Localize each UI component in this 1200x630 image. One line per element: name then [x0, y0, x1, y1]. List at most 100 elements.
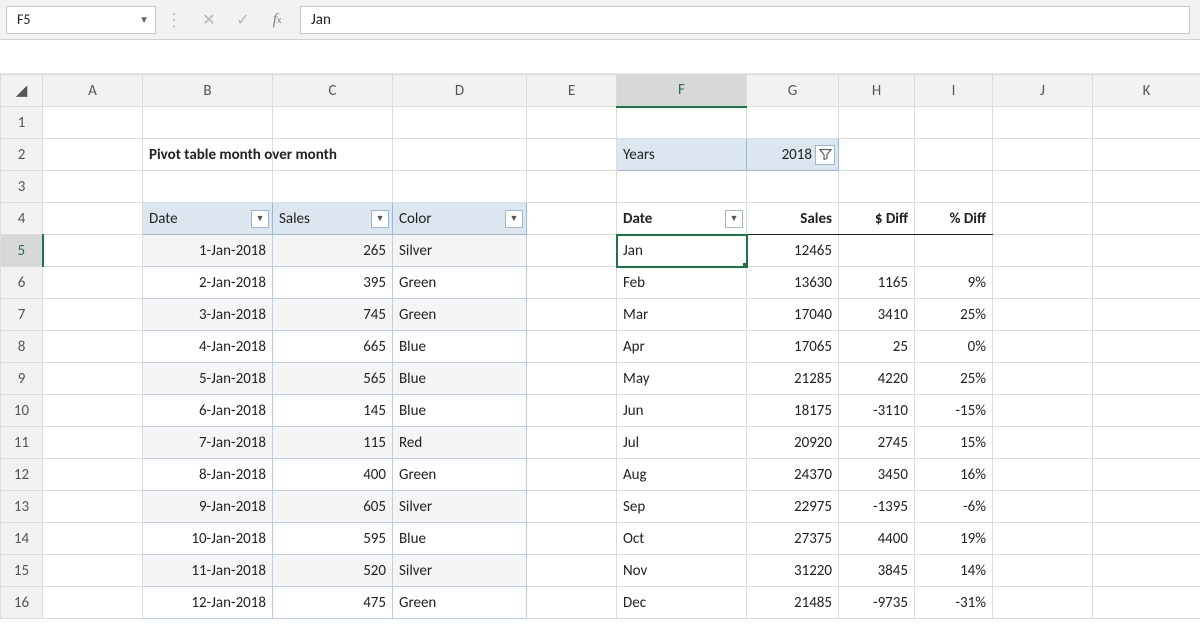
col-header[interactable]: D — [393, 75, 527, 107]
row-header[interactable]: 4 — [1, 203, 43, 235]
pivot-cell-month[interactable]: Jul — [617, 427, 747, 459]
pivot-cell-sales[interactable]: 18175 — [747, 395, 839, 427]
formula-input[interactable]: Jan — [300, 6, 1190, 34]
cell[interactable] — [993, 139, 1093, 171]
table-cell-color[interactable]: Silver — [393, 235, 527, 267]
cell[interactable] — [43, 331, 143, 363]
cell[interactable] — [43, 491, 143, 523]
pivot-header-pct[interactable]: % Diff — [915, 203, 993, 235]
table-cell-color[interactable]: Blue — [393, 523, 527, 555]
pivot-cell-sales[interactable]: 24370 — [747, 459, 839, 491]
cell[interactable] — [993, 107, 1093, 139]
pivot-cell-month[interactable]: Dec — [617, 587, 747, 619]
table-cell-color[interactable]: Red — [393, 427, 527, 459]
cell[interactable] — [273, 171, 393, 203]
cell[interactable] — [43, 107, 143, 139]
table-cell-date[interactable]: 1-Jan-2018 — [143, 235, 273, 267]
cell[interactable] — [993, 203, 1093, 235]
table-cell-date[interactable]: 4-Jan-2018 — [143, 331, 273, 363]
cell[interactable] — [1093, 491, 1200, 523]
table-cell-date[interactable]: 9-Jan-2018 — [143, 491, 273, 523]
pivot-cell-diff[interactable]: 4400 — [839, 523, 915, 555]
cell[interactable] — [1093, 235, 1200, 267]
cell[interactable] — [1093, 267, 1200, 299]
table-cell-sales[interactable]: 400 — [273, 459, 393, 491]
table-cell-sales[interactable]: 745 — [273, 299, 393, 331]
cell[interactable] — [527, 395, 617, 427]
row-header[interactable]: 3 — [1, 171, 43, 203]
row-header[interactable]: 7 — [1, 299, 43, 331]
cell[interactable] — [527, 107, 617, 139]
table-cell-color[interactable]: Green — [393, 587, 527, 619]
table-cell-date[interactable]: 5-Jan-2018 — [143, 363, 273, 395]
pivot-cell-pct[interactable]: -15% — [915, 395, 993, 427]
cell[interactable] — [617, 171, 747, 203]
pivot-cell-diff[interactable]: 1165 — [839, 267, 915, 299]
cell[interactable] — [1093, 555, 1200, 587]
table-header-date[interactable]: Date▼ — [143, 203, 273, 235]
cell[interactable] — [915, 171, 993, 203]
cell[interactable] — [993, 363, 1093, 395]
cell[interactable] — [993, 299, 1093, 331]
pivot-cell-pct[interactable]: 25% — [915, 363, 993, 395]
table-cell-date[interactable]: 10-Jan-2018 — [143, 523, 273, 555]
pivot-cell-diff[interactable]: 2745 — [839, 427, 915, 459]
pivot-cell-pct[interactable]: 0% — [915, 331, 993, 363]
cell[interactable] — [393, 107, 527, 139]
pivot-cell-diff[interactable]: 25 — [839, 331, 915, 363]
pivot-cell-month[interactable]: May — [617, 363, 747, 395]
cell[interactable] — [43, 427, 143, 459]
table-cell-date[interactable]: 2-Jan-2018 — [143, 267, 273, 299]
pivot-header-sales[interactable]: Sales — [747, 203, 839, 235]
pivot-cell-sales[interactable]: 20920 — [747, 427, 839, 459]
table-cell-sales[interactable]: 395 — [273, 267, 393, 299]
col-header[interactable]: B — [143, 75, 273, 107]
table-header-sales[interactable]: Sales▼ — [273, 203, 393, 235]
cell[interactable] — [993, 427, 1093, 459]
col-header[interactable]: H — [839, 75, 915, 107]
cell[interactable] — [43, 523, 143, 555]
table-cell-sales[interactable]: 265 — [273, 235, 393, 267]
table-cell-sales[interactable]: 605 — [273, 491, 393, 523]
cell[interactable] — [1093, 331, 1200, 363]
cell[interactable] — [1093, 395, 1200, 427]
cell[interactable] — [43, 139, 143, 171]
cell[interactable] — [527, 363, 617, 395]
pivot-cell-diff[interactable]: -1395 — [839, 491, 915, 523]
pivot-cell-sales[interactable]: 27375 — [747, 523, 839, 555]
pivot-cell-pct[interactable] — [915, 235, 993, 267]
cell[interactable] — [527, 427, 617, 459]
pivot-cell-month[interactable]: Apr — [617, 331, 747, 363]
pivot-cell-sales[interactable]: 22975 — [747, 491, 839, 523]
col-header[interactable]: E — [527, 75, 617, 107]
table-cell-date[interactable]: 8-Jan-2018 — [143, 459, 273, 491]
cell[interactable] — [747, 107, 839, 139]
pivot-cell-pct[interactable]: -6% — [915, 491, 993, 523]
fx-icon[interactable]: fx — [260, 6, 294, 34]
cell[interactable] — [273, 107, 393, 139]
row-header[interactable]: 9 — [1, 363, 43, 395]
cell[interactable] — [1093, 363, 1200, 395]
pivot-cell-month[interactable]: Mar — [617, 299, 747, 331]
table-cell-sales[interactable]: 595 — [273, 523, 393, 555]
pivot-cell-month[interactable]: Nov — [617, 555, 747, 587]
cell[interactable] — [43, 299, 143, 331]
cell[interactable] — [1093, 139, 1200, 171]
cell[interactable] — [527, 587, 617, 619]
pivot-cell-sales[interactable]: 21285 — [747, 363, 839, 395]
cell[interactable] — [993, 331, 1093, 363]
cell[interactable] — [993, 459, 1093, 491]
cell[interactable] — [993, 523, 1093, 555]
pivot-cell-month[interactable]: Jun — [617, 395, 747, 427]
cell[interactable] — [839, 107, 915, 139]
col-header[interactable]: A — [43, 75, 143, 107]
col-header[interactable]: I — [915, 75, 993, 107]
table-cell-date[interactable]: 3-Jan-2018 — [143, 299, 273, 331]
col-header[interactable]: J — [993, 75, 1093, 107]
cell[interactable] — [1093, 587, 1200, 619]
cell[interactable] — [43, 395, 143, 427]
cell[interactable] — [527, 235, 617, 267]
table-cell-sales[interactable]: 145 — [273, 395, 393, 427]
pivot-cell-pct[interactable]: 16% — [915, 459, 993, 491]
pivot-cell-sales[interactable]: 17065 — [747, 331, 839, 363]
